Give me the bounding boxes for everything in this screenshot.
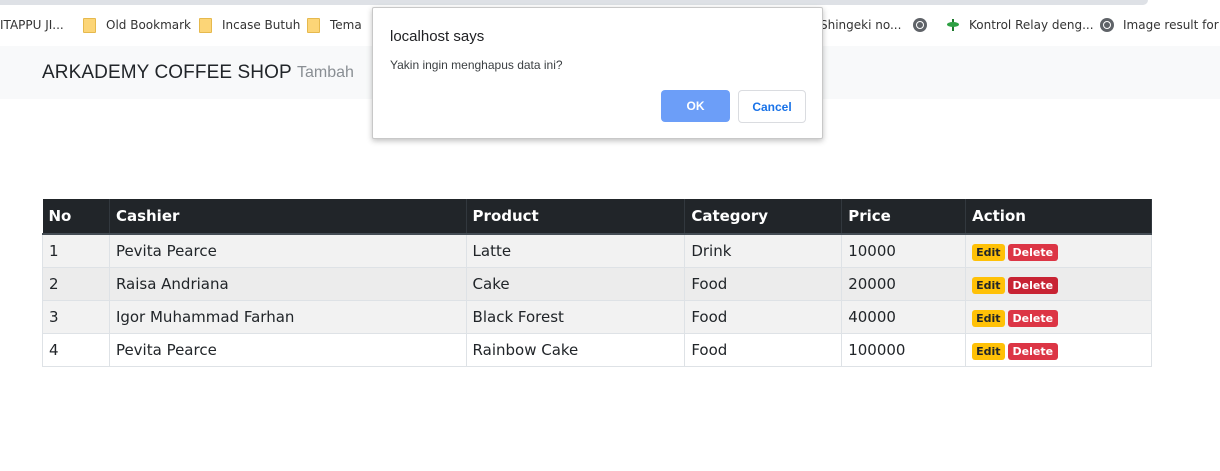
bookmark-label: ITAPPU JI... — [0, 18, 64, 32]
cell-price: 10000 — [841, 233, 967, 268]
bookmark-label: Incase Butuh — [222, 18, 301, 32]
cell-cashier: Pevita Pearce — [108, 333, 467, 367]
tab-strip-edge — [0, 0, 1148, 5]
dialog-message: Yakin ingin menghapus data ini? — [390, 58, 563, 72]
table-header: No Cashier Product Category Price Action — [42, 199, 1152, 235]
cell-price: 100000 — [841, 333, 967, 367]
edit-button[interactable]: Edit — [972, 243, 1005, 261]
bookmark-folder-old-bookmark[interactable]: Old Bookmark — [83, 16, 191, 34]
column-header-no: No — [42, 199, 110, 235]
bookmark-label: Tema — [330, 18, 362, 32]
folder-icon — [307, 17, 320, 33]
edit-button[interactable]: Edit — [972, 342, 1005, 360]
cell-cashier: Igor Muhammad Farhan — [108, 300, 467, 334]
bookmark-item[interactable]: Kontrol Relay deng... — [946, 16, 1094, 34]
cell-no: 2 — [42, 267, 110, 301]
edit-button[interactable]: Edit — [972, 309, 1005, 327]
cell-action: Edit Delete — [965, 233, 1152, 268]
cell-price: 20000 — [841, 267, 967, 301]
cell-no: 4 — [42, 333, 110, 367]
cell-price: 40000 — [841, 300, 967, 334]
bookmark-folder-tema[interactable]: Tema — [307, 16, 362, 34]
column-header-category: Category — [684, 199, 843, 235]
cell-category: Food — [684, 267, 843, 301]
globe-icon — [913, 18, 927, 32]
plant-icon — [946, 18, 960, 32]
folder-icon — [199, 17, 212, 33]
delete-button[interactable]: Delete — [1007, 309, 1059, 327]
bookmark-label: Kontrol Relay deng... — [969, 18, 1094, 32]
column-header-product: Product — [466, 199, 686, 235]
navbar-brand[interactable]: ARKADEMY COFFEE SHOP — [42, 62, 292, 84]
table-row: 3 Igor Muhammad Farhan Black Forest Food… — [42, 300, 1152, 334]
bookmark-label: Image result for da — [1123, 18, 1220, 32]
edit-button[interactable]: Edit — [972, 276, 1005, 294]
cell-category: Food — [684, 333, 843, 367]
cell-no: 1 — [42, 233, 110, 268]
table-row: 2 Raisa Andriana Cake Food 20000 Edit Del… — [42, 267, 1152, 301]
cell-category: Food — [684, 300, 843, 334]
confirm-dialog: localhost says Yakin ingin menghapus dat… — [372, 7, 823, 139]
cell-product: Latte — [465, 233, 686, 268]
table-row: 1 Pevita Pearce Latte Drink 10000 Edit De… — [42, 233, 1152, 268]
cell-cashier: Raisa Andriana — [108, 267, 467, 301]
column-header-price: Price — [841, 199, 967, 235]
bookmark-item[interactable] — [913, 16, 936, 34]
bookmark-item[interactable]: Shingeki no... — [820, 16, 901, 34]
bookmark-label: Shingeki no... — [820, 18, 902, 32]
bookmark-folder-incase-butuh[interactable]: Incase Butuh — [199, 16, 300, 34]
nav-link-tambah[interactable]: Tambah — [297, 64, 354, 82]
column-header-action: Action — [965, 199, 1152, 235]
globe-icon — [1100, 18, 1114, 32]
cell-action: Edit Delete — [965, 300, 1152, 334]
bookmark-label: Old Bookmark — [106, 18, 192, 32]
cell-product: Black Forest — [465, 300, 686, 334]
cell-product: Cake — [465, 267, 686, 301]
bookmark-item[interactable]: ITAPPU JI... — [0, 16, 64, 34]
folder-icon — [83, 17, 96, 33]
cell-no: 3 — [42, 300, 110, 334]
cell-action: Edit Delete — [965, 333, 1152, 367]
table-row: 4 Pevita Pearce Rainbow Cake Food 100000… — [42, 333, 1152, 367]
column-header-cashier: Cashier — [109, 199, 467, 235]
delete-button[interactable]: Delete — [1007, 243, 1059, 261]
transactions-table: No Cashier Product Category Price Action… — [42, 199, 1152, 367]
cell-action: Edit Delete — [965, 267, 1152, 301]
delete-button[interactable]: Delete — [1007, 276, 1059, 294]
bookmark-item[interactable]: Image result for da — [1100, 16, 1220, 34]
cancel-button[interactable]: Cancel — [738, 90, 806, 123]
dialog-title: localhost says — [390, 28, 485, 45]
cell-product: Rainbow Cake — [465, 333, 686, 367]
cell-category: Drink — [684, 233, 843, 268]
ok-button[interactable]: OK — [661, 90, 730, 122]
cell-cashier: Pevita Pearce — [108, 233, 467, 268]
delete-button[interactable]: Delete — [1007, 342, 1059, 360]
